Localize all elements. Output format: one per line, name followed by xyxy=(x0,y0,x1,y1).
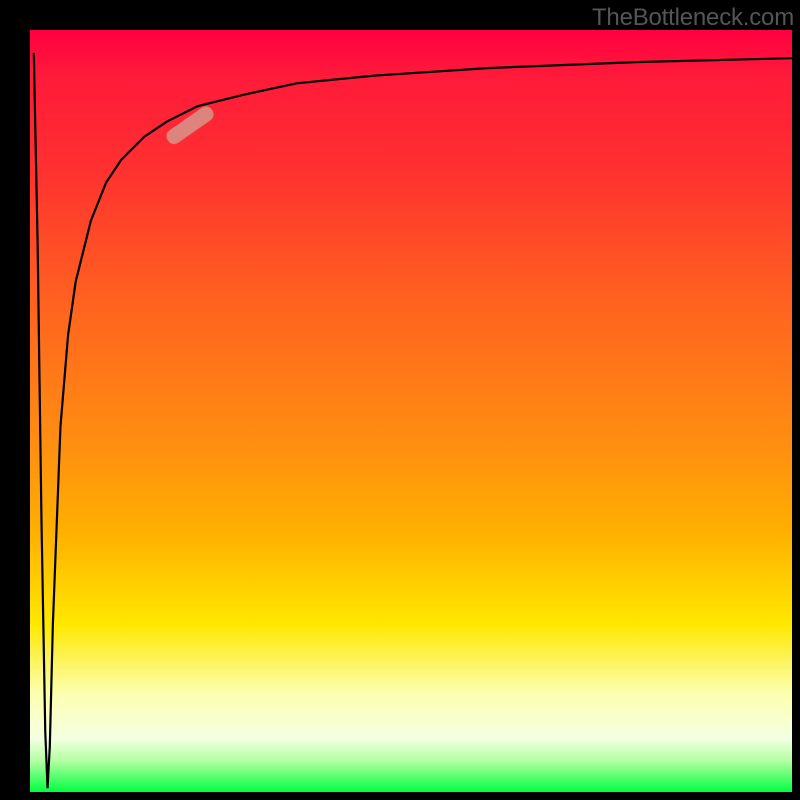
chart-overlay xyxy=(30,30,792,792)
chart-frame xyxy=(30,30,792,792)
bottleneck-curve xyxy=(34,53,792,788)
attribution-label: TheBottleneck.com xyxy=(592,4,794,32)
